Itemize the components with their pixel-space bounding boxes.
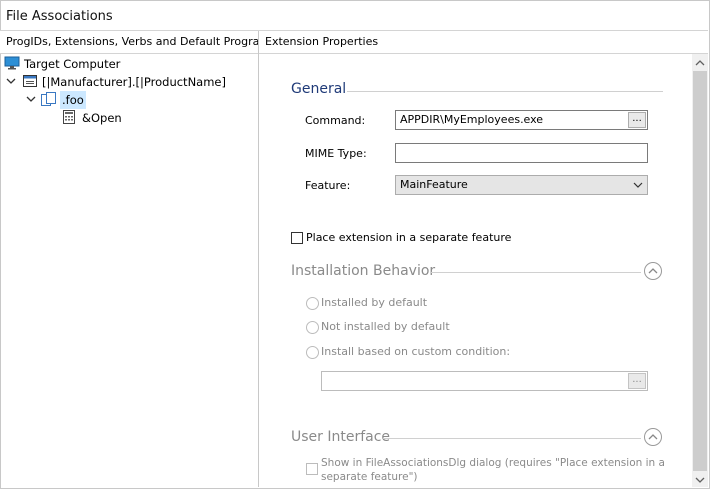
tree-pane-header: ProgIDs, Extensions, Verbs and Default P… bbox=[0, 31, 258, 54]
separate-feature-checkbox[interactable] bbox=[291, 232, 303, 244]
separate-feature-label: Place extension in a separate feature bbox=[306, 231, 512, 244]
chevron-down-icon bbox=[633, 176, 643, 200]
section-title-installation-behavior: Installation Behavior bbox=[291, 263, 436, 279]
section-divider bbox=[347, 91, 663, 92]
chevron-up-icon bbox=[648, 268, 658, 274]
tree-item-extension-foo[interactable]: .foo bbox=[0, 91, 257, 109]
properties-pane-header: Extension Properties bbox=[259, 31, 708, 54]
feature-label: Feature: bbox=[305, 179, 351, 192]
collapse-installation-button[interactable] bbox=[644, 262, 662, 280]
radio-not-installed-by-default[interactable] bbox=[306, 321, 319, 334]
verb-icon bbox=[62, 109, 76, 130]
tree-item-label: .foo bbox=[60, 91, 86, 109]
mime-type-field[interactable] bbox=[395, 143, 648, 163]
section-title-user-interface: User Interface bbox=[291, 429, 391, 445]
radio-label: Install based on custom condition: bbox=[321, 345, 511, 358]
radio-install-custom-condition[interactable] bbox=[306, 346, 319, 359]
tree-item-label: &Open bbox=[82, 111, 122, 125]
feature-select[interactable]: MainFeature bbox=[395, 175, 648, 195]
show-in-dialog-checkbox[interactable] bbox=[306, 463, 318, 475]
custom-condition-field[interactable] bbox=[321, 371, 648, 391]
section-title-general: General bbox=[291, 81, 347, 97]
command-value: APPDIR\MyEmployees.exe bbox=[400, 113, 544, 126]
show-in-dialog-label-line2: separate feature") bbox=[321, 471, 418, 483]
collapse-user-interface-button[interactable] bbox=[644, 428, 662, 446]
command-browse-button[interactable]: ... bbox=[628, 112, 646, 128]
tree-item-open-verb[interactable]: &Open bbox=[0, 109, 257, 127]
radio-label: Not installed by default bbox=[321, 320, 450, 333]
tree-item-label: Target Computer bbox=[24, 57, 121, 71]
chevron-up-icon bbox=[648, 434, 658, 440]
properties-pane: Extension Properties General Command: AP… bbox=[259, 31, 708, 487]
scroll-up-arrow-icon[interactable] bbox=[692, 56, 708, 70]
condition-browse-button[interactable]: ... bbox=[628, 373, 646, 389]
command-field[interactable]: APPDIR\MyEmployees.exe bbox=[395, 110, 648, 130]
radio-label: Installed by default bbox=[321, 296, 428, 309]
command-label: Command: bbox=[305, 114, 366, 127]
page-title: File Associations bbox=[6, 9, 113, 24]
section-divider bbox=[383, 438, 641, 439]
show-in-dialog-label-line1: Show in FileAssociationsDlg dialog (requ… bbox=[321, 457, 665, 469]
mime-type-label: MIME Type: bbox=[305, 147, 367, 160]
scrollbar-thumb[interactable] bbox=[693, 71, 707, 471]
vertical-scrollbar[interactable] bbox=[692, 54, 708, 487]
tree-item-product[interactable]: [|Manufacturer].[|ProductName] bbox=[0, 73, 257, 91]
tree-item-label: [|Manufacturer].[|ProductName] bbox=[42, 75, 226, 89]
tree-item-target-computer[interactable]: Target Computer bbox=[0, 55, 257, 73]
tree-pane: ProgIDs, Extensions, Verbs and Default P… bbox=[0, 31, 259, 487]
section-divider bbox=[431, 272, 641, 273]
feature-value: MainFeature bbox=[400, 178, 468, 191]
radio-installed-by-default[interactable] bbox=[306, 297, 319, 310]
scroll-down-arrow-icon[interactable] bbox=[692, 473, 708, 487]
properties-form: General Command: APPDIR\MyEmployees.exe … bbox=[259, 54, 692, 487]
